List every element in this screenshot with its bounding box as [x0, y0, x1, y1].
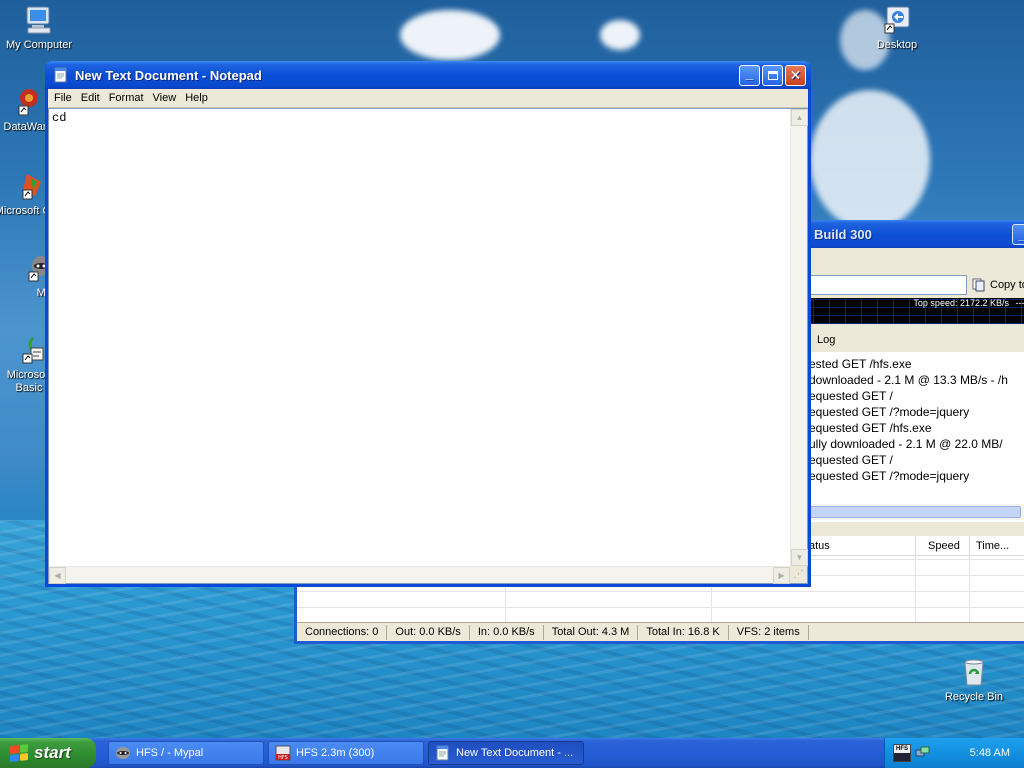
system-tray: HFS 5:48 AM — [884, 738, 1024, 768]
log-line: ested GET /hfs.exe — [809, 357, 912, 371]
desktop-icon-desktop[interactable]: Desktop — [860, 4, 934, 52]
datawar-icon — [9, 86, 41, 118]
bandwidth-graph: Top speed: 2172.2 KB/s --- 17 — [797, 298, 1024, 324]
windows-logo-icon — [10, 744, 28, 762]
menu-edit[interactable]: Edit — [79, 92, 107, 104]
menu-file[interactable]: File — [52, 92, 79, 104]
cloud — [810, 90, 930, 230]
hfs-window-title: Build 300 — [814, 226, 872, 242]
scroll-down-arrow-icon[interactable]: ▼ — [791, 549, 808, 566]
maximize-icon — [763, 66, 782, 85]
status-out-speed: Out: 0.0 KB/s — [387, 624, 470, 640]
notepad-text-area[interactable]: cd ▲ ▼ ◀ ▶ ⋰ — [48, 108, 808, 584]
log-line: downloaded - 2.1 M @ 13.3 MB/s - /h — [809, 373, 1008, 387]
hfs-tray-bar — [894, 753, 910, 761]
notepad-menubar: File Edit Format View Help — [48, 89, 808, 108]
notepad-close-button[interactable]: ✕ — [785, 64, 806, 86]
log-line: equested GET /?mode=jquery — [809, 405, 970, 419]
scroll-up-arrow-icon[interactable]: ▲ — [791, 109, 808, 126]
computer-icon — [23, 4, 55, 36]
status-total-in: Total In: 16.8 K — [638, 624, 729, 640]
hfs-icon: HFS — [275, 745, 291, 761]
desktop-icon-label: My Computer — [5, 39, 73, 51]
log-line: equested GET / — [809, 389, 893, 403]
clock[interactable]: 5:48 AM — [970, 747, 1010, 759]
log-hscrollbar[interactable] — [797, 504, 1024, 520]
taskbar-item-label: HFS / - Mypal — [136, 747, 204, 759]
taskbar-item-label: HFS 2.3m (300) — [296, 747, 375, 759]
cloud — [400, 10, 500, 60]
notepad-content: cd — [52, 111, 67, 125]
resize-grip-icon[interactable]: ⋰ — [790, 566, 807, 583]
taskbar: start HFS / - Mypal HFS HFS 2.3m (300) N… — [0, 738, 1024, 768]
log-tab[interactable]: Log — [817, 334, 835, 346]
log-line: equested GET /hfs.exe — [809, 421, 932, 435]
taskbar-item-mypal[interactable]: HFS / - Mypal — [108, 741, 264, 765]
status-total-out: Total Out: 4.3 M — [544, 624, 639, 640]
close-icon: ✕ — [789, 66, 802, 83]
log-line: ully downloaded - 2.1 M @ 22.0 MB/ — [809, 437, 1003, 451]
visual-basic-icon — [13, 334, 45, 366]
taskbar-item-notepad[interactable]: New Text Document - ... — [428, 741, 584, 765]
top-speed-label: Top speed: 2172.2 KB/s — [913, 298, 1009, 308]
desktop-icon-my-computer[interactable]: My Computer — [2, 4, 76, 52]
hfs-tray-icon[interactable]: HFS — [893, 744, 911, 762]
scroll-left-arrow-icon[interactable]: ◀ — [49, 567, 66, 584]
log-scroll-thumb[interactable] — [803, 506, 1021, 518]
log-panel: ested GET /hfs.exe downloaded - 2.1 M @ … — [797, 352, 1024, 522]
cloud — [600, 20, 640, 50]
column-time[interactable]: Time... — [969, 536, 1024, 556]
recycle-bin-icon — [958, 656, 990, 688]
notepad-icon — [436, 745, 449, 761]
hfs-url-field[interactable] — [797, 275, 967, 295]
notepad-window[interactable]: New Text Document - Notepad _ ✕ File Edi… — [45, 61, 811, 587]
column-divider — [915, 556, 916, 624]
notepad-horizontal-scrollbar[interactable]: ◀ ▶ — [49, 566, 790, 584]
copy-button-label: Copy to — [990, 279, 1024, 291]
column-speed[interactable]: Speed — [915, 536, 975, 556]
desktop-icon-recycle-bin[interactable]: Recycle Bin — [937, 656, 1011, 704]
notepad-maximize-button[interactable] — [762, 64, 783, 86]
start-button[interactable]: start — [0, 738, 96, 768]
copy-to-clipboard-button[interactable]: Copy to — [969, 275, 1024, 295]
log-lines: ested GET /hfs.exe downloaded - 2.1 M @ … — [809, 356, 1008, 484]
taskbar-item-hfs[interactable]: HFS HFS 2.3m (300) — [268, 741, 424, 765]
graph-tail-label: --- 17 — [1015, 298, 1024, 308]
notepad-minimize-button[interactable]: _ — [739, 64, 760, 86]
menu-format[interactable]: Format — [107, 92, 151, 104]
taskbar-item-label: New Text Document - ... — [456, 747, 574, 759]
start-label: start — [34, 743, 71, 762]
status-in-speed: In: 0.0 KB/s — [470, 624, 544, 640]
menu-help[interactable]: Help — [183, 92, 215, 104]
status-connections: Connections: 0 — [297, 624, 388, 640]
mypal-raccoon-icon — [116, 747, 130, 759]
minimize-icon: _ — [1013, 225, 1024, 244]
network-icon[interactable] — [915, 745, 931, 761]
svg-text:HFS: HFS — [278, 755, 288, 761]
menu-view[interactable]: View — [151, 92, 184, 104]
status-vfs: VFS: 2 items — [729, 624, 809, 640]
log-line: equested GET / — [809, 453, 893, 467]
minimize-icon: _ — [745, 64, 754, 81]
desktop-icon-label: Recycle Bin — [944, 691, 1004, 703]
column-divider — [969, 556, 970, 624]
notepad-vertical-scrollbar[interactable]: ▲ ▼ — [790, 109, 808, 566]
hfs-minimize-button[interactable]: _ — [1012, 223, 1024, 245]
log-line: equested GET /?mode=jquery — [809, 469, 970, 483]
notepad-icon — [54, 67, 67, 83]
notepad-titlebar[interactable]: New Text Document - Notepad _ ✕ — [45, 61, 811, 89]
hfs-statusbar: Connections: 0 Out: 0.0 KB/s In: 0.0 KB/… — [297, 622, 1024, 641]
hfs-tray-label: HFS — [896, 746, 908, 752]
copy-icon — [972, 278, 985, 292]
visual-cpp-icon — [13, 170, 45, 202]
scroll-right-arrow-icon[interactable]: ▶ — [773, 567, 790, 584]
desktop-icon-label: Desktop — [876, 39, 918, 51]
desktop-shortcut-icon — [881, 4, 913, 36]
column-status[interactable]: atus — [809, 540, 830, 552]
notepad-window-title: New Text Document - Notepad — [75, 67, 262, 83]
